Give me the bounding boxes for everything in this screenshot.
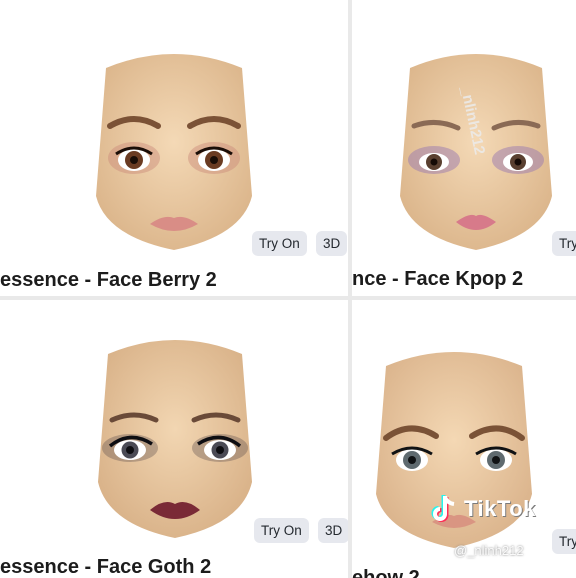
tiktok-logo-icon: [431, 495, 455, 522]
tiktok-brand-label: TikTok: [464, 496, 536, 521]
item-card-goth[interactable]: Try On 3D essence - Face Goth 2: [0, 300, 348, 578]
item-title[interactable]: essence - Face Goth 2: [0, 556, 211, 578]
item-card-berry[interactable]: Try On 3D essence - Face Berry 2: [0, 0, 348, 296]
tiktok-watermark: TikTok: [430, 494, 536, 524]
try-on-button[interactable]: Try On: [254, 518, 309, 543]
item-title[interactable]: nce - Face Kpop 2: [352, 268, 523, 291]
view-3d-button[interactable]: 3D: [316, 231, 348, 256]
view-3d-button[interactable]: 3D: [318, 518, 348, 543]
try-on-button[interactable]: Try On: [252, 231, 307, 256]
try-on-button[interactable]: Try On: [552, 529, 576, 554]
face-thumbnail-goth[interactable]: [94, 332, 256, 540]
tiktok-handle: @_nlinh212: [454, 543, 524, 558]
face-thumbnail-berry[interactable]: [92, 46, 256, 252]
item-card-kpop[interactable]: _nlinh212 Try nce - Face Kpop 2: [352, 0, 576, 296]
try-on-button[interactable]: Try: [552, 231, 576, 256]
item-card-face-4[interactable]: Try On ehow 2: [352, 300, 576, 578]
item-title[interactable]: essence - Face Berry 2: [0, 269, 217, 292]
item-title[interactable]: ehow 2: [352, 567, 420, 578]
